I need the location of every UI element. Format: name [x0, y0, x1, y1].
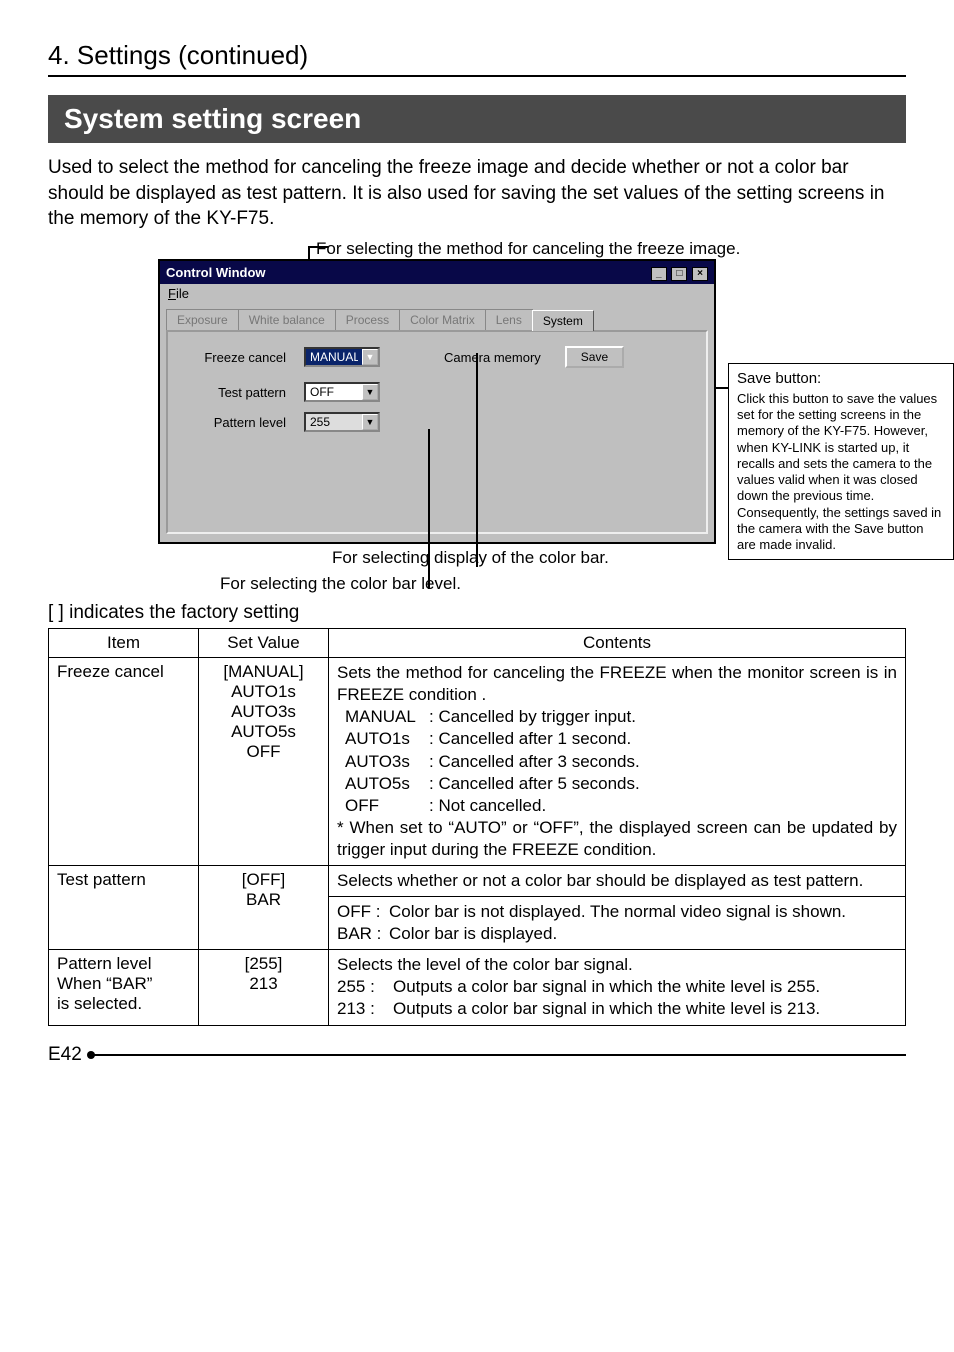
leader-line	[714, 387, 728, 389]
maximize-icon[interactable]: □	[671, 267, 687, 281]
cell-contents: Selects whether or not a color bar shoul…	[329, 866, 906, 897]
th-item: Item	[49, 629, 199, 658]
tab-lens[interactable]: Lens	[485, 309, 533, 330]
opt-val: Outputs a color bar signal in which the …	[393, 977, 820, 996]
opt-val: Color bar is displayed.	[389, 924, 557, 943]
th-set: Set Value	[199, 629, 329, 658]
cell-item: Test pattern	[49, 866, 199, 950]
opt-val: Outputs a color bar signal in which the …	[393, 999, 820, 1018]
tab-white-balance[interactable]: White balance	[238, 309, 336, 330]
footer-rule	[88, 1054, 906, 1056]
table-row: Test pattern [OFF] BAR Selects whether o…	[49, 866, 906, 897]
contents-intro: Sets the method for canceling the FREEZE…	[337, 662, 897, 706]
tab-process[interactable]: Process	[335, 309, 400, 330]
table-row: Freeze cancel [MANUAL] AUTO1s AUTO3s AUT…	[49, 658, 906, 866]
leader-line	[476, 353, 478, 567]
cell-contents: Selects the level of the color bar signa…	[329, 950, 906, 1025]
tab-system[interactable]: System	[532, 310, 594, 331]
pattern-level-value[interactable]	[306, 415, 362, 429]
caption-level: For selecting the color bar level.	[220, 574, 906, 594]
leader-line	[428, 429, 430, 589]
opt-val: Cancelled by trigger input.	[438, 707, 636, 726]
menu-bar: File	[160, 284, 714, 303]
cell-set: [OFF] BAR	[199, 866, 329, 950]
pattern-level-label: Pattern level	[180, 415, 290, 430]
save-callout: Save button: Click this button to save t…	[728, 363, 954, 560]
opt-key: 213 :	[337, 998, 393, 1020]
opt-val: Not cancelled.	[438, 796, 546, 815]
section-header: 4. Settings (continued)	[48, 40, 308, 71]
tab-color-matrix[interactable]: Color Matrix	[399, 309, 486, 330]
cell-contents: Sets the method for canceling the FREEZE…	[329, 658, 906, 866]
contents-intro: Selects the level of the color bar signa…	[337, 954, 897, 976]
chevron-down-icon[interactable]: ▼	[362, 349, 378, 365]
cell-set: [MANUAL] AUTO1s AUTO3s AUTO5s OFF	[199, 658, 329, 866]
test-pattern-label: Test pattern	[180, 385, 290, 400]
opt-val: Cancelled after 5 seconds.	[438, 774, 639, 793]
minimize-icon[interactable]: _	[651, 267, 667, 281]
cell-contents: OFF :Color bar is not displayed. The nor…	[329, 897, 906, 950]
cell-set: [255] 213	[199, 950, 329, 1025]
contents-note: * When set to “AUTO” or “OFF”, the displ…	[337, 817, 897, 861]
menu-file[interactable]: File	[168, 286, 189, 301]
opt-key: OFF	[345, 795, 429, 817]
camera-memory-label: Camera memory	[444, 350, 541, 365]
tab-row: Exposure White balance Process Color Mat…	[160, 303, 714, 330]
opt-key: AUTO5s	[345, 773, 429, 795]
chevron-down-icon[interactable]: ▼	[362, 414, 378, 430]
cell-item: Pattern level When “BAR” is selected.	[49, 950, 199, 1025]
cell-item: Freeze cancel	[49, 658, 199, 866]
page-number: E42	[48, 1044, 82, 1066]
factory-setting-note: [ ] indicates the factory setting	[48, 602, 906, 624]
opt-key: 255 :	[337, 976, 393, 998]
pattern-level-select[interactable]: ▼	[304, 412, 380, 432]
window-title: Control Window	[166, 265, 266, 280]
opt-key: AUTO3s	[345, 751, 429, 773]
page-title-banner: System setting screen	[48, 95, 906, 143]
freeze-cancel-label: Freeze cancel	[180, 350, 290, 365]
window-titlebar: Control Window _ □ ×	[160, 261, 714, 284]
opt-val: Cancelled after 1 second.	[438, 729, 631, 748]
callout-body: Click this button to save the values set…	[737, 391, 945, 554]
callout-title: Save button:	[737, 370, 945, 389]
control-window: Control Window _ □ × File Exposure White…	[158, 259, 716, 544]
freeze-cancel-value[interactable]	[306, 350, 362, 364]
window-controls: _ □ ×	[650, 264, 708, 281]
freeze-cancel-select[interactable]: ▼	[304, 347, 380, 367]
test-pattern-value[interactable]	[306, 385, 362, 399]
tab-body: Freeze cancel ▼ Camera memory Save Test …	[166, 330, 708, 534]
chevron-down-icon[interactable]: ▼	[362, 384, 378, 400]
tab-exposure[interactable]: Exposure	[166, 309, 239, 330]
opt-key: AUTO1s	[345, 728, 429, 750]
opt-val: Cancelled after 3 seconds.	[438, 752, 639, 771]
opt-key: MANUAL	[345, 706, 429, 728]
opt-key: BAR :	[337, 923, 389, 945]
th-contents: Contents	[329, 629, 906, 658]
table-header-row: Item Set Value Contents	[49, 629, 906, 658]
intro-text: Used to select the method for canceling …	[48, 155, 906, 232]
table-row: Pattern level When “BAR” is selected. [2…	[49, 950, 906, 1025]
save-button[interactable]: Save	[565, 346, 624, 368]
opt-val: Color bar is not displayed. The normal v…	[389, 902, 846, 921]
opt-key: OFF :	[337, 901, 389, 923]
test-pattern-select[interactable]: ▼	[304, 382, 380, 402]
settings-table: Item Set Value Contents Freeze cancel [M…	[48, 628, 906, 1025]
close-icon[interactable]: ×	[692, 267, 708, 281]
caption-freeze-method: For selecting the method for canceling t…	[316, 238, 906, 259]
